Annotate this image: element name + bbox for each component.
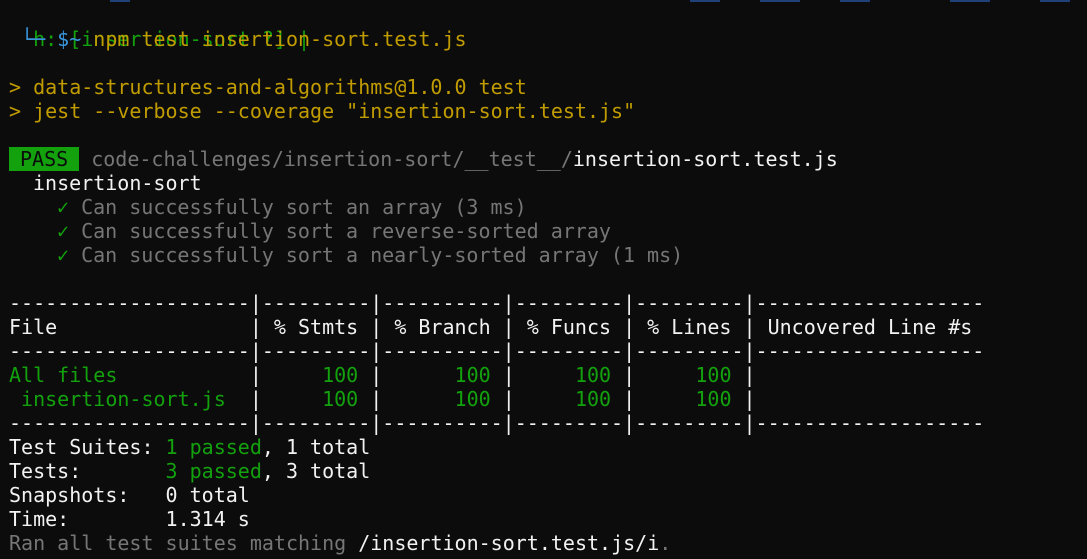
test-path-file: insertion-sort.test.js bbox=[572, 147, 838, 171]
summary-snapshots: Snapshots: 0 total bbox=[9, 483, 250, 507]
summary-time: Time: 1.314 s bbox=[9, 507, 250, 531]
coverage-file: insertion-sort.js bbox=[9, 387, 238, 411]
coverage-funcs: 100 bbox=[574, 387, 612, 411]
npm-output-line-1: > data-structures-and-algorithms@1.0.0 t… bbox=[9, 75, 527, 99]
summary-total: , 1 total bbox=[261, 435, 371, 459]
summary-value: 1.314 s bbox=[165, 507, 250, 531]
coverage-file: All files bbox=[9, 363, 238, 387]
summary-label: Test Suites: bbox=[9, 435, 166, 459]
ran-all-text: Ran all test suites matching bbox=[9, 531, 359, 555]
suite-name: insertion-sort bbox=[33, 171, 202, 195]
summary-suites: Test Suites: 1 passed, 1 total bbox=[9, 435, 370, 459]
coverage-separator: --------------------|---------|---------… bbox=[9, 339, 985, 363]
summary-passed: 1 passed bbox=[165, 435, 262, 459]
npm-output-line-2: > jest --verbose --coverage "insertion-s… bbox=[9, 99, 636, 123]
coverage-stmts: 100 bbox=[322, 387, 359, 411]
ran-all-line: Ran all test suites matching /insertion-… bbox=[9, 531, 671, 555]
summary-label: Time: bbox=[9, 507, 166, 531]
test-case-text: Can successfully sort a nearly-sorted ar… bbox=[81, 243, 684, 267]
coverage-branch: 100 bbox=[454, 387, 491, 411]
test-case: ✓ Can successfully sort a reverse-sorted… bbox=[57, 219, 611, 243]
summary-tests: Tests: 3 passed, 3 total bbox=[9, 459, 370, 483]
check-icon: ✓ bbox=[57, 243, 70, 267]
summary-label: Tests: bbox=[9, 459, 166, 483]
test-path-dir: code-challenges/insertion-sort/__test__/ bbox=[91, 147, 573, 171]
prompt-symbol: $~ bbox=[57, 27, 82, 51]
coverage-branch: 100 bbox=[454, 363, 491, 387]
coverage-lines: 100 bbox=[695, 387, 732, 411]
check-icon: ✓ bbox=[57, 219, 70, 243]
top-clipped-line bbox=[0, 0, 1087, 2]
coverage-row: All files | 100 | 100 | 100 | 100 | bbox=[9, 363, 756, 387]
summary-passed: 3 passed bbox=[165, 459, 262, 483]
test-case: ✓ Can successfully sort a nearly-sorted … bbox=[57, 243, 683, 267]
coverage-stmts: 100 bbox=[322, 363, 359, 387]
coverage-separator: --------------------|---------|---------… bbox=[9, 291, 985, 315]
summary-total: , 3 total bbox=[261, 459, 371, 483]
test-result-line: PASS code-challenges/insertion-sort/__te… bbox=[9, 147, 838, 171]
prompt-tree-glyph: └─ bbox=[9, 27, 58, 51]
prompt-line: h: [insertion-sort ?] | bbox=[9, 3, 310, 51]
coverage-funcs: 100 bbox=[574, 363, 612, 387]
test-case: ✓ Can successfully sort an array (3 ms) bbox=[57, 195, 527, 219]
coverage-row: insertion-sort.js | 100 | 100 | 100 | 10… bbox=[9, 387, 756, 411]
summary-label: Snapshots: bbox=[9, 483, 166, 507]
coverage-header: File | % Stmts | % Branch | % Funcs | % … bbox=[9, 315, 985, 339]
ran-all-period: . bbox=[659, 531, 672, 555]
pass-badge: PASS bbox=[9, 147, 80, 171]
check-icon: ✓ bbox=[57, 195, 70, 219]
coverage-lines: 100 bbox=[695, 363, 732, 387]
command-text: npm test insertion-sort.test.js bbox=[81, 27, 467, 51]
test-case-text: Can successfully sort an array (3 ms) bbox=[81, 195, 527, 219]
test-case-text: Can successfully sort a reverse-sorted a… bbox=[81, 219, 611, 243]
command-line: └─ $~ npm test insertion-sort.test.js bbox=[9, 27, 467, 51]
summary-value: 0 total bbox=[165, 483, 250, 507]
coverage-separator: --------------------|---------|---------… bbox=[9, 411, 985, 435]
ran-all-pattern: /insertion-sort.test.js/i bbox=[358, 531, 660, 555]
